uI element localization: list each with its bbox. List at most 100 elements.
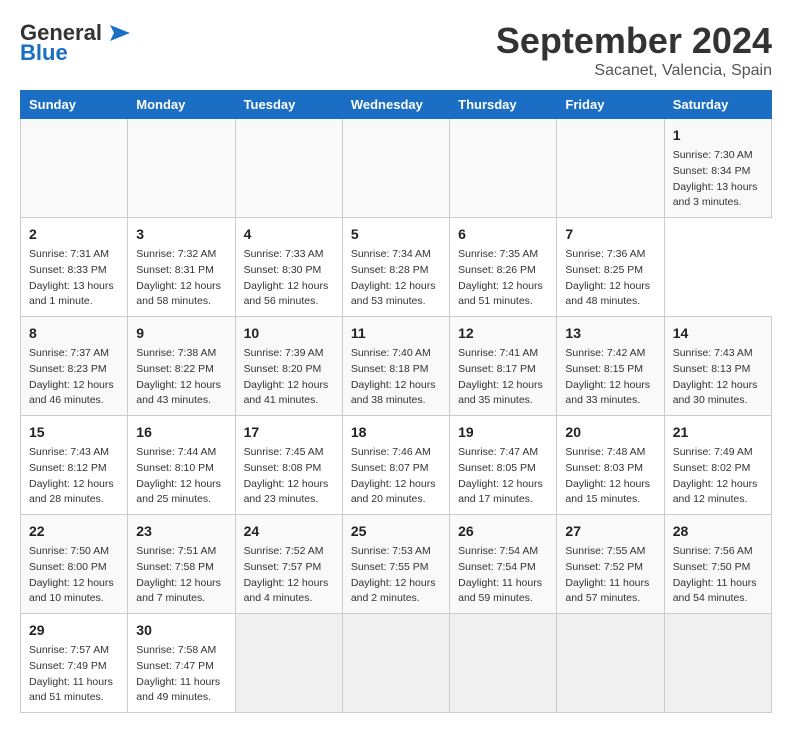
- calendar-cell: 2Sunrise: 7:31 AM Sunset: 8:33 PM Daylig…: [21, 218, 128, 317]
- calendar-cell: 20Sunrise: 7:48 AM Sunset: 8:03 PM Dayli…: [557, 416, 664, 515]
- day-info: Sunrise: 7:31 AM Sunset: 8:33 PM Dayligh…: [29, 247, 119, 310]
- day-number: 23: [136, 521, 226, 542]
- day-number: 25: [351, 521, 441, 542]
- day-info: Sunrise: 7:39 AM Sunset: 8:20 PM Dayligh…: [244, 346, 334, 409]
- day-info: Sunrise: 7:52 AM Sunset: 7:57 PM Dayligh…: [244, 544, 334, 607]
- location-subtitle: Sacanet, Valencia, Spain: [496, 62, 772, 80]
- day-number: 7: [565, 224, 655, 245]
- day-number: 2: [29, 224, 119, 245]
- day-number: 18: [351, 422, 441, 443]
- day-info: Sunrise: 7:47 AM Sunset: 8:05 PM Dayligh…: [458, 445, 548, 508]
- day-info: Sunrise: 7:48 AM Sunset: 8:03 PM Dayligh…: [565, 445, 655, 508]
- calendar-cell: 23Sunrise: 7:51 AM Sunset: 7:58 PM Dayli…: [128, 515, 235, 614]
- day-info: Sunrise: 7:34 AM Sunset: 8:28 PM Dayligh…: [351, 247, 441, 310]
- calendar-week-row: 29Sunrise: 7:57 AM Sunset: 7:49 PM Dayli…: [21, 614, 772, 713]
- calendar-week-row: 8Sunrise: 7:37 AM Sunset: 8:23 PM Daylig…: [21, 317, 772, 416]
- calendar-cell: [342, 119, 449, 218]
- calendar-week-row: 15Sunrise: 7:43 AM Sunset: 8:12 PM Dayli…: [21, 416, 772, 515]
- day-info: Sunrise: 7:51 AM Sunset: 7:58 PM Dayligh…: [136, 544, 226, 607]
- day-number: 13: [565, 323, 655, 344]
- day-number: 10: [244, 323, 334, 344]
- day-info: Sunrise: 7:49 AM Sunset: 8:02 PM Dayligh…: [673, 445, 763, 508]
- day-info: Sunrise: 7:55 AM Sunset: 7:52 PM Dayligh…: [565, 544, 655, 607]
- calendar-cell: 14Sunrise: 7:43 AM Sunset: 8:13 PM Dayli…: [664, 317, 771, 416]
- weekday-header-monday: Monday: [128, 91, 235, 119]
- day-info: Sunrise: 7:43 AM Sunset: 8:12 PM Dayligh…: [29, 445, 119, 508]
- day-info: Sunrise: 7:50 AM Sunset: 8:00 PM Dayligh…: [29, 544, 119, 607]
- logo: General Blue: [20, 20, 134, 66]
- calendar-cell: 17Sunrise: 7:45 AM Sunset: 8:08 PM Dayli…: [235, 416, 342, 515]
- calendar-cell: 1Sunrise: 7:30 AM Sunset: 8:34 PM Daylig…: [664, 119, 771, 218]
- day-number: 28: [673, 521, 763, 542]
- calendar-cell: [235, 614, 342, 713]
- calendar-cell: 16Sunrise: 7:44 AM Sunset: 8:10 PM Dayli…: [128, 416, 235, 515]
- day-info: Sunrise: 7:40 AM Sunset: 8:18 PM Dayligh…: [351, 346, 441, 409]
- day-number: 20: [565, 422, 655, 443]
- calendar-cell: [557, 119, 664, 218]
- day-info: Sunrise: 7:56 AM Sunset: 7:50 PM Dayligh…: [673, 544, 763, 607]
- day-info: Sunrise: 7:43 AM Sunset: 8:13 PM Dayligh…: [673, 346, 763, 409]
- calendar-cell: 15Sunrise: 7:43 AM Sunset: 8:12 PM Dayli…: [21, 416, 128, 515]
- day-number: 19: [458, 422, 548, 443]
- calendar-cell: 30Sunrise: 7:58 AM Sunset: 7:47 PM Dayli…: [128, 614, 235, 713]
- logo-arrow-icon: [102, 23, 134, 43]
- calendar-cell: 27Sunrise: 7:55 AM Sunset: 7:52 PM Dayli…: [557, 515, 664, 614]
- day-info: Sunrise: 7:42 AM Sunset: 8:15 PM Dayligh…: [565, 346, 655, 409]
- calendar-cell: 28Sunrise: 7:56 AM Sunset: 7:50 PM Dayli…: [664, 515, 771, 614]
- day-info: Sunrise: 7:36 AM Sunset: 8:25 PM Dayligh…: [565, 247, 655, 310]
- calendar-cell: [342, 614, 449, 713]
- day-number: 26: [458, 521, 548, 542]
- day-number: 4: [244, 224, 334, 245]
- calendar-cell: 18Sunrise: 7:46 AM Sunset: 8:07 PM Dayli…: [342, 416, 449, 515]
- day-info: Sunrise: 7:30 AM Sunset: 8:34 PM Dayligh…: [673, 148, 763, 211]
- day-number: 1: [673, 125, 763, 146]
- month-title: September 2024: [496, 20, 772, 62]
- day-info: Sunrise: 7:44 AM Sunset: 8:10 PM Dayligh…: [136, 445, 226, 508]
- day-number: 3: [136, 224, 226, 245]
- calendar-cell: 25Sunrise: 7:53 AM Sunset: 7:55 PM Dayli…: [342, 515, 449, 614]
- calendar-cell: 21Sunrise: 7:49 AM Sunset: 8:02 PM Dayli…: [664, 416, 771, 515]
- day-info: Sunrise: 7:45 AM Sunset: 8:08 PM Dayligh…: [244, 445, 334, 508]
- day-number: 14: [673, 323, 763, 344]
- calendar-cell: 7Sunrise: 7:36 AM Sunset: 8:25 PM Daylig…: [557, 218, 664, 317]
- day-number: 9: [136, 323, 226, 344]
- calendar-cell: [450, 119, 557, 218]
- calendar-cell: 3Sunrise: 7:32 AM Sunset: 8:31 PM Daylig…: [128, 218, 235, 317]
- calendar-week-row: 22Sunrise: 7:50 AM Sunset: 8:00 PM Dayli…: [21, 515, 772, 614]
- weekday-header-sunday: Sunday: [21, 91, 128, 119]
- day-number: 16: [136, 422, 226, 443]
- day-info: Sunrise: 7:32 AM Sunset: 8:31 PM Dayligh…: [136, 247, 226, 310]
- calendar-cell: 24Sunrise: 7:52 AM Sunset: 7:57 PM Dayli…: [235, 515, 342, 614]
- day-info: Sunrise: 7:35 AM Sunset: 8:26 PM Dayligh…: [458, 247, 548, 310]
- calendar-cell: [450, 614, 557, 713]
- day-info: Sunrise: 7:46 AM Sunset: 8:07 PM Dayligh…: [351, 445, 441, 508]
- calendar-cell: [557, 614, 664, 713]
- day-info: Sunrise: 7:38 AM Sunset: 8:22 PM Dayligh…: [136, 346, 226, 409]
- calendar-cell: 26Sunrise: 7:54 AM Sunset: 7:54 PM Dayli…: [450, 515, 557, 614]
- day-info: Sunrise: 7:37 AM Sunset: 8:23 PM Dayligh…: [29, 346, 119, 409]
- calendar-cell: [664, 614, 771, 713]
- weekday-header-tuesday: Tuesday: [235, 91, 342, 119]
- day-number: 8: [29, 323, 119, 344]
- day-info: Sunrise: 7:57 AM Sunset: 7:49 PM Dayligh…: [29, 643, 119, 706]
- day-info: Sunrise: 7:41 AM Sunset: 8:17 PM Dayligh…: [458, 346, 548, 409]
- calendar-cell: [21, 119, 128, 218]
- day-number: 21: [673, 422, 763, 443]
- calendar-week-row: 2Sunrise: 7:31 AM Sunset: 8:33 PM Daylig…: [21, 218, 772, 317]
- day-info: Sunrise: 7:54 AM Sunset: 7:54 PM Dayligh…: [458, 544, 548, 607]
- calendar-cell: 11Sunrise: 7:40 AM Sunset: 8:18 PM Dayli…: [342, 317, 449, 416]
- weekday-header-saturday: Saturday: [664, 91, 771, 119]
- day-number: 6: [458, 224, 548, 245]
- day-info: Sunrise: 7:58 AM Sunset: 7:47 PM Dayligh…: [136, 643, 226, 706]
- weekday-header-row: SundayMondayTuesdayWednesdayThursdayFrid…: [21, 91, 772, 119]
- weekday-header-thursday: Thursday: [450, 91, 557, 119]
- calendar-cell: 4Sunrise: 7:33 AM Sunset: 8:30 PM Daylig…: [235, 218, 342, 317]
- day-number: 29: [29, 620, 119, 641]
- calendar-cell: [128, 119, 235, 218]
- calendar-cell: 22Sunrise: 7:50 AM Sunset: 8:00 PM Dayli…: [21, 515, 128, 614]
- calendar-cell: 13Sunrise: 7:42 AM Sunset: 8:15 PM Dayli…: [557, 317, 664, 416]
- title-block: September 2024 Sacanet, Valencia, Spain: [496, 20, 772, 80]
- day-number: 17: [244, 422, 334, 443]
- calendar-cell: 10Sunrise: 7:39 AM Sunset: 8:20 PM Dayli…: [235, 317, 342, 416]
- calendar-table: SundayMondayTuesdayWednesdayThursdayFrid…: [20, 90, 772, 713]
